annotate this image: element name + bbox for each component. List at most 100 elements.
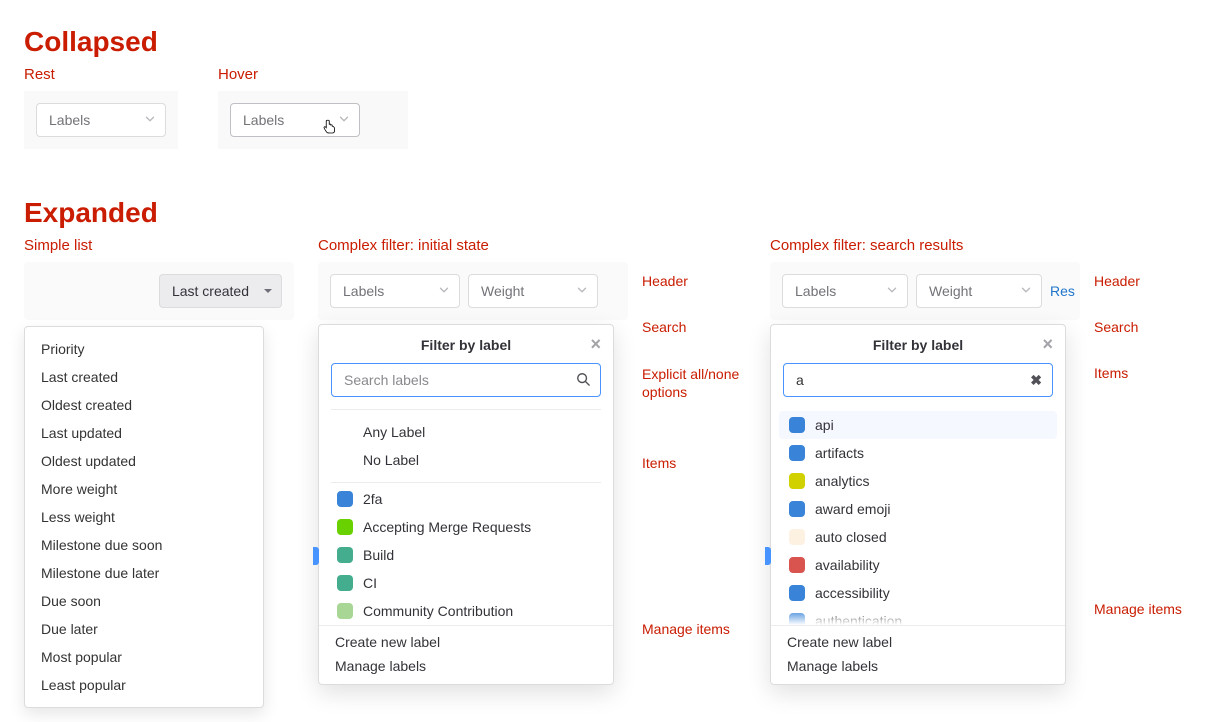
no-label-text: No Label bbox=[363, 452, 419, 468]
create-new-label-link[interactable]: Create new label bbox=[787, 634, 1049, 650]
label-item[interactable]: analytics bbox=[771, 467, 1065, 495]
expanded-title: Expanded bbox=[24, 197, 1194, 229]
anno-explicit: Explicit all/none options bbox=[642, 365, 746, 401]
close-icon[interactable]: × bbox=[590, 335, 601, 353]
filter-popup-header: Filter by label × bbox=[319, 325, 613, 363]
label-color-chip bbox=[337, 519, 353, 535]
sort-option[interactable]: Milestone due later bbox=[25, 559, 263, 587]
labels-dropdown[interactable]: Labels bbox=[330, 274, 460, 308]
label-item-text: CI bbox=[363, 575, 377, 591]
labels-dropdown-text: Labels bbox=[343, 284, 384, 298]
filter-popup-title: Filter by label bbox=[421, 337, 511, 353]
caret-down-icon bbox=[263, 284, 273, 298]
chevron-down-icon bbox=[143, 112, 157, 128]
search-input[interactable] bbox=[342, 371, 576, 389]
anno-header: Header bbox=[1094, 273, 1194, 289]
label-item[interactable]: award emoji bbox=[771, 495, 1065, 523]
chevron-down-icon bbox=[1019, 283, 1033, 299]
label-item[interactable]: availability bbox=[771, 551, 1065, 579]
search-icon bbox=[576, 372, 590, 389]
label-items-list: 2faAccepting Merge Requests Build CI Commun… bbox=[319, 485, 613, 625]
sort-option[interactable]: Less weight bbox=[25, 503, 263, 531]
hover-label: Hover bbox=[218, 66, 408, 83]
label-item-text: artifacts bbox=[815, 445, 864, 461]
chevron-down-icon bbox=[337, 112, 351, 128]
label-item-text: analytics bbox=[815, 473, 869, 489]
sort-option[interactable]: More weight bbox=[25, 475, 263, 503]
filter-toolbar: Labels Weight bbox=[318, 262, 628, 320]
filter-popup-initial: Filter by label × Any Label No Label bbox=[318, 324, 614, 685]
sort-option[interactable]: Priority bbox=[25, 335, 263, 363]
labels-dropdown-rest[interactable]: Labels bbox=[36, 103, 166, 137]
label-color-chip bbox=[789, 445, 805, 461]
label-item-text: accessibility bbox=[815, 585, 890, 601]
sort-option[interactable]: Least popular bbox=[25, 671, 263, 699]
labels-dropdown[interactable]: Labels bbox=[782, 274, 908, 308]
search-input-wrapper[interactable]: ✖ bbox=[783, 363, 1053, 397]
manage-labels-link[interactable]: Manage labels bbox=[335, 658, 597, 674]
label-item[interactable]: Accepting Merge Requests bbox=[319, 513, 613, 541]
label-color-chip bbox=[789, 473, 805, 489]
sort-option[interactable]: Oldest updated bbox=[25, 447, 263, 475]
label-color-chip bbox=[337, 491, 353, 507]
search-input-wrapper[interactable] bbox=[331, 363, 601, 397]
label-color-chip bbox=[789, 417, 805, 433]
simple-list-label: Simple list bbox=[24, 237, 294, 254]
label-item-text: availability bbox=[815, 557, 880, 573]
blue-edge-decoration bbox=[313, 547, 319, 565]
label-item[interactable]: Community Contribution bbox=[319, 597, 613, 625]
label-color-chip bbox=[789, 529, 805, 545]
label-item-text: Build bbox=[363, 547, 394, 563]
label-color-chip bbox=[789, 585, 805, 601]
labels-dropdown-text: Labels bbox=[795, 284, 836, 298]
anno-manage: Manage items bbox=[1094, 601, 1194, 617]
filter-toolbar: Labels Weight Res bbox=[770, 262, 1080, 320]
label-item[interactable]: CI bbox=[319, 569, 613, 597]
anno-items: Items bbox=[1094, 365, 1194, 381]
no-label-option[interactable]: No Label bbox=[319, 446, 613, 474]
chevron-down-icon bbox=[575, 283, 589, 299]
rest-label: Rest bbox=[24, 66, 178, 83]
labels-dropdown-text: Labels bbox=[49, 113, 90, 127]
sort-dropdown-button[interactable]: Last created bbox=[159, 274, 282, 308]
label-color-chip bbox=[337, 575, 353, 591]
complex-search-label: Complex filter: search results bbox=[770, 237, 1080, 254]
label-item[interactable]: authentication bbox=[771, 607, 1065, 625]
label-item-text: authentication bbox=[815, 613, 902, 625]
weight-dropdown[interactable]: Weight bbox=[916, 274, 1042, 308]
filter-popup-search: Filter by label × ✖ api artifacts analytic… bbox=[770, 324, 1066, 685]
divider bbox=[331, 482, 601, 483]
filter-popup-header: Filter by label × bbox=[771, 325, 1065, 363]
sort-option[interactable]: Most popular bbox=[25, 643, 263, 671]
weight-dropdown-text: Weight bbox=[929, 284, 972, 298]
label-color-chip bbox=[789, 557, 805, 573]
sort-option[interactable]: Last created bbox=[25, 363, 263, 391]
create-new-label-link[interactable]: Create new label bbox=[335, 634, 597, 650]
label-item[interactable]: artifacts bbox=[771, 439, 1065, 467]
label-item[interactable]: api bbox=[779, 411, 1057, 439]
label-color-chip bbox=[789, 501, 805, 517]
labels-dropdown-text: Labels bbox=[243, 113, 284, 127]
label-item-text: auto closed bbox=[815, 529, 887, 545]
close-icon[interactable]: × bbox=[1042, 335, 1053, 353]
sort-option[interactable]: Due later bbox=[25, 615, 263, 643]
manage-labels-link[interactable]: Manage labels bbox=[787, 658, 1049, 674]
sort-option[interactable]: Due soon bbox=[25, 587, 263, 615]
label-item-text: Community Contribution bbox=[363, 603, 513, 619]
label-color-chip bbox=[337, 547, 353, 563]
sort-option[interactable]: Last updated bbox=[25, 419, 263, 447]
label-item[interactable]: 2fa bbox=[319, 485, 613, 513]
clear-icon[interactable]: ✖ bbox=[1030, 372, 1042, 389]
filter-popup-title: Filter by label bbox=[873, 337, 963, 353]
label-item[interactable]: accessibility bbox=[771, 579, 1065, 607]
labels-dropdown-hover[interactable]: Labels bbox=[230, 103, 360, 137]
search-input[interactable] bbox=[794, 371, 1030, 389]
any-label-text: Any Label bbox=[363, 424, 425, 440]
label-item[interactable]: Build bbox=[319, 541, 613, 569]
reset-link[interactable]: Res bbox=[1050, 283, 1075, 299]
label-item[interactable]: auto closed bbox=[771, 523, 1065, 551]
weight-dropdown[interactable]: Weight bbox=[468, 274, 598, 308]
sort-option[interactable]: Milestone due soon bbox=[25, 531, 263, 559]
sort-option[interactable]: Oldest created bbox=[25, 391, 263, 419]
any-label-option[interactable]: Any Label bbox=[319, 418, 613, 446]
